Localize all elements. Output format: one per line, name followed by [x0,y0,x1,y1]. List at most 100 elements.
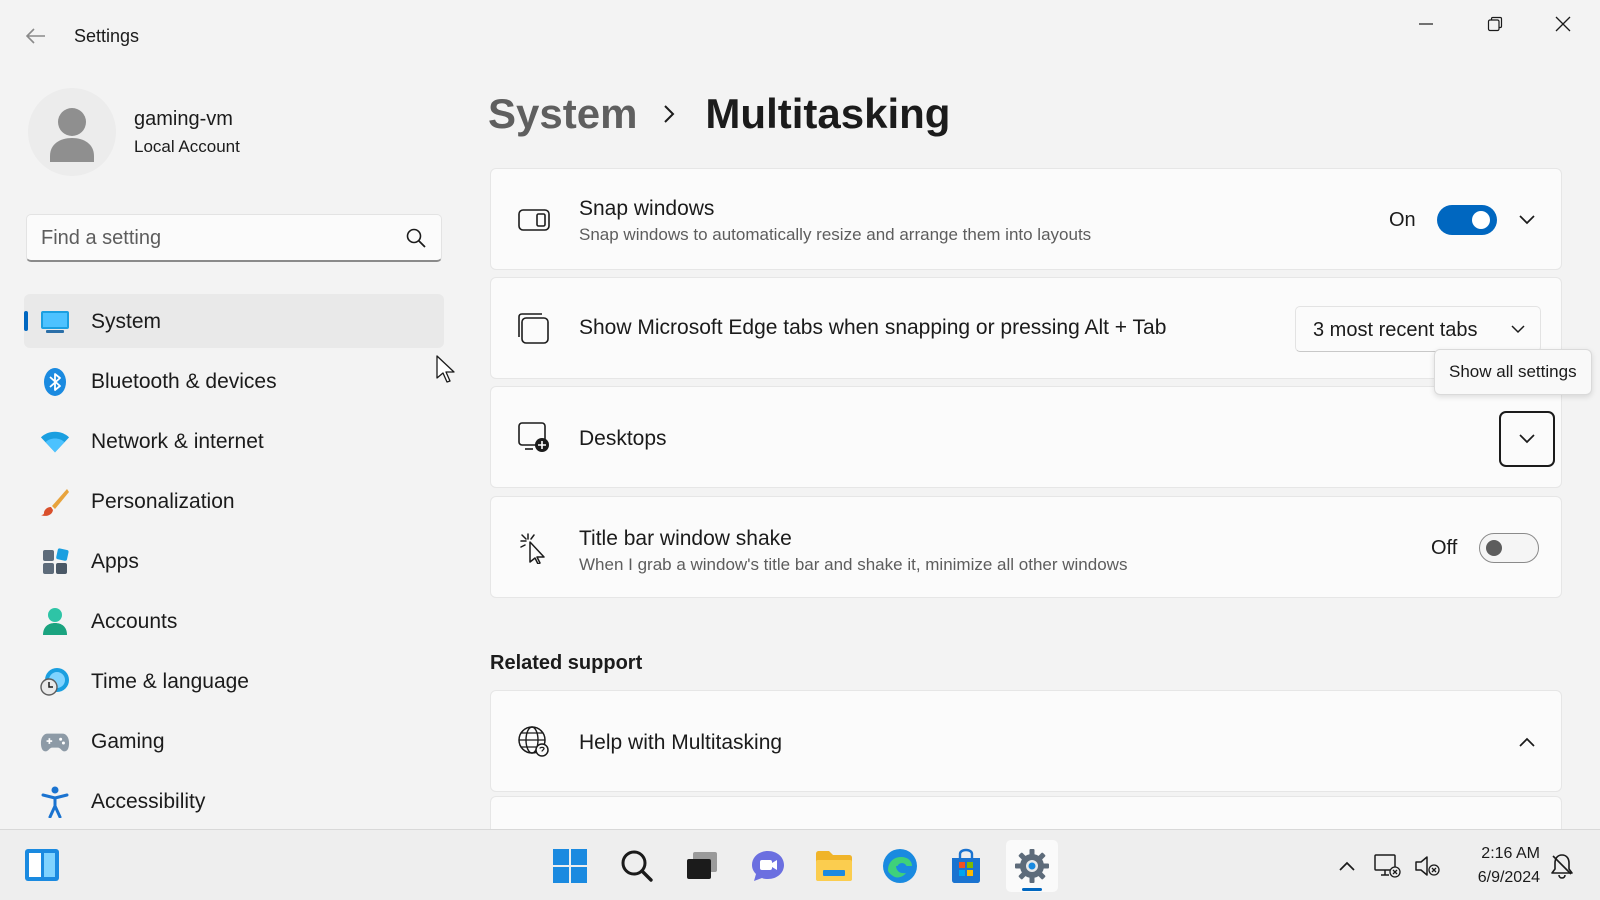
folder-icon [816,851,852,881]
search-icon [621,850,653,882]
snap-windows-icon [517,203,551,237]
accounts-icon [40,607,70,637]
running-indicator [1022,888,1042,891]
profile-account-type: Local Account [134,137,240,156]
wifi-icon [40,427,70,457]
shake-state-label: Off [1431,537,1458,559]
chevron-up-icon [1339,861,1355,871]
volume-tray-button[interactable] [1413,852,1441,880]
start-button[interactable] [544,840,596,892]
edge-tabs-title: Show Microsoft Edge tabs when snapping o… [579,316,1167,339]
toggle-knob [1472,211,1490,229]
sidebar-item-label: Personalization [91,490,235,513]
profile-name: gaming-vm [134,108,233,130]
task-view-button[interactable] [676,840,728,892]
sidebar-item-bluetooth[interactable]: Bluetooth & devices [24,354,444,408]
microsoft-store-icon [952,848,980,883]
toggle-knob [1486,540,1502,556]
chat-button[interactable] [742,840,794,892]
sidebar-item-label: Accessibility [91,790,206,813]
show-hidden-icons-button[interactable] [1333,852,1361,880]
title-bar-shake-description: When I grab a window's title bar and sha… [579,555,1128,574]
sidebar-item-label: Network & internet [91,430,264,453]
search-icon[interactable] [405,227,427,249]
help-globe-icon [517,725,551,759]
app-title: Settings [74,26,140,46]
sidebar-item-label: Apps [91,550,139,573]
close-button[interactable] [1533,6,1593,42]
title-bar-shake-toggle[interactable] [1479,533,1539,563]
apps-icon [40,547,70,577]
edge-button[interactable] [874,840,926,892]
brush-icon [40,487,70,517]
sidebar-item-accessibility[interactable]: Accessibility [24,774,444,828]
sidebar-nav: System Bluetooth & devices Network & int… [24,294,444,834]
desktops-expand-button[interactable] [1499,411,1555,467]
breadcrumb: System Multitasking [488,86,950,142]
breadcrumb-parent[interactable]: System [488,90,637,138]
back-button[interactable] [18,20,54,52]
close-icon [1555,16,1571,32]
back-arrow-icon [26,28,45,44]
chevron-down-icon [1519,434,1535,444]
accessibility-icon [40,786,70,818]
help-multitasking-card[interactable]: Help with Multitasking [490,690,1562,792]
store-button[interactable] [940,840,992,892]
sidebar-item-network[interactable]: Network & internet [24,414,444,468]
clock-time: 2:16 AM [1481,845,1540,862]
snap-state-label: On [1389,209,1416,231]
time-language-icon [40,667,70,697]
sidebar-item-system[interactable]: System [24,294,444,348]
edge-browser-icon [883,849,917,883]
snap-windows-description: Snap windows to automatically resize and… [579,225,1092,244]
snap-expand-button[interactable] [1507,200,1547,240]
active-indicator [24,311,28,331]
clock-date: 6/9/2024 [1477,869,1540,886]
system-icon [40,307,70,337]
network-disconnected-icon [1374,854,1401,878]
user-avatar-icon [50,108,94,162]
sidebar-item-label: Bluetooth & devices [91,370,277,393]
mouse-cursor-icon [436,355,455,383]
edge-tabs-dropdown[interactable]: 3 most recent tabs [1295,306,1541,352]
snap-windows-card[interactable]: Snap windows Snap windows to automatical… [490,168,1562,270]
title-bar-shake-card: Title bar window shake When I grab a win… [490,496,1562,598]
sidebar-item-personalization[interactable]: Personalization [24,474,444,528]
minimize-button[interactable] [1396,6,1456,42]
notifications-button[interactable] [1548,852,1576,880]
snap-windows-toggle[interactable] [1437,205,1497,235]
chevron-down-icon [1519,215,1535,225]
taskbar: 2:16 AM 6/9/2024 [0,829,1600,900]
taskbar-search-button[interactable] [611,840,663,892]
network-tray-button[interactable] [1373,852,1401,880]
help-collapse-button[interactable] [1507,722,1547,762]
taskbar-clock[interactable]: 2:16 AM 6/9/2024 [1460,842,1540,890]
edge-tabs-icon [517,312,551,346]
sidebar-item-apps[interactable]: Apps [24,534,444,588]
help-multitasking-title: Help with Multitasking [579,731,783,754]
restore-button[interactable] [1465,6,1525,42]
settings-app-button[interactable] [1006,840,1058,892]
avatar[interactable] [28,88,116,176]
widgets-icon[interactable] [24,848,60,882]
sidebar-item-gaming[interactable]: Gaming [24,714,444,768]
window-shake-icon [517,531,551,565]
desktops-icon [517,421,551,455]
search-box[interactable] [26,214,442,262]
sidebar-item-accounts[interactable]: Accounts [24,594,444,648]
tooltip: Show all settings [1434,349,1592,395]
minimize-icon [1419,23,1433,25]
chat-icon [752,851,784,881]
search-input[interactable] [41,223,401,253]
related-support-heading: Related support [490,652,643,674]
title-bar: Settings [0,0,1600,72]
sidebar-item-label: Time & language [91,670,249,693]
desktops-card[interactable]: Desktops [490,386,1562,488]
file-explorer-button[interactable] [808,840,860,892]
task-view-icon [687,852,717,879]
bluetooth-icon [40,367,70,397]
sidebar-item-label: Gaming [91,730,165,753]
sidebar-item-time-language[interactable]: Time & language [24,654,444,708]
page-title: Multitasking [705,90,951,137]
dropdown-selected-value: 3 most recent tabs [1313,319,1478,341]
